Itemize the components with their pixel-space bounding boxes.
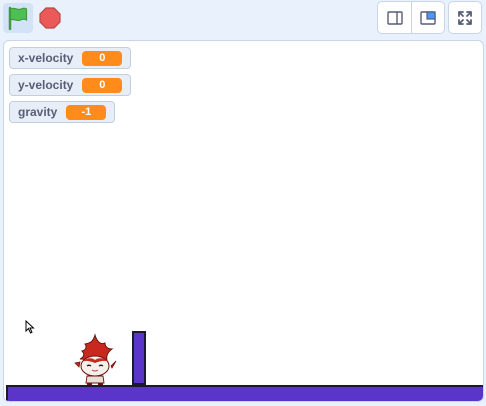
stage-header <box>0 0 486 40</box>
small-stage-layout-icon <box>386 10 403 25</box>
small-stage-button[interactable] <box>378 2 412 33</box>
stop-button[interactable] <box>35 3 65 33</box>
monitor-value: 0 <box>82 50 123 66</box>
ground-platform <box>6 385 483 401</box>
fullscreen-button[interactable] <box>448 1 482 34</box>
stage-canvas[interactable]: x-velocity 0 y-velocity 0 gravity -1 <box>3 40 484 402</box>
mouse-pointer-icon <box>25 320 35 334</box>
monitor-value: 0 <box>82 77 123 93</box>
monitor-label: gravity <box>18 105 58 119</box>
green-flag-icon <box>8 6 28 30</box>
stage-size-toggle <box>377 1 445 34</box>
monitor-label: x-velocity <box>18 51 74 65</box>
variable-monitor-gravity: gravity -1 <box>9 101 115 123</box>
player-sprite[interactable] <box>73 333 117 387</box>
large-stage-button[interactable] <box>411 2 444 33</box>
variable-monitor-y-velocity: y-velocity 0 <box>9 74 131 96</box>
monitor-value: -1 <box>66 104 107 120</box>
green-flag-button[interactable] <box>3 3 33 33</box>
fullscreen-icon <box>458 10 472 25</box>
monitor-label: y-velocity <box>18 78 74 92</box>
wall-block <box>132 331 146 385</box>
variable-monitor-x-velocity: x-velocity 0 <box>9 47 131 69</box>
stop-sign-icon <box>39 7 61 29</box>
large-stage-layout-icon <box>419 10 436 25</box>
